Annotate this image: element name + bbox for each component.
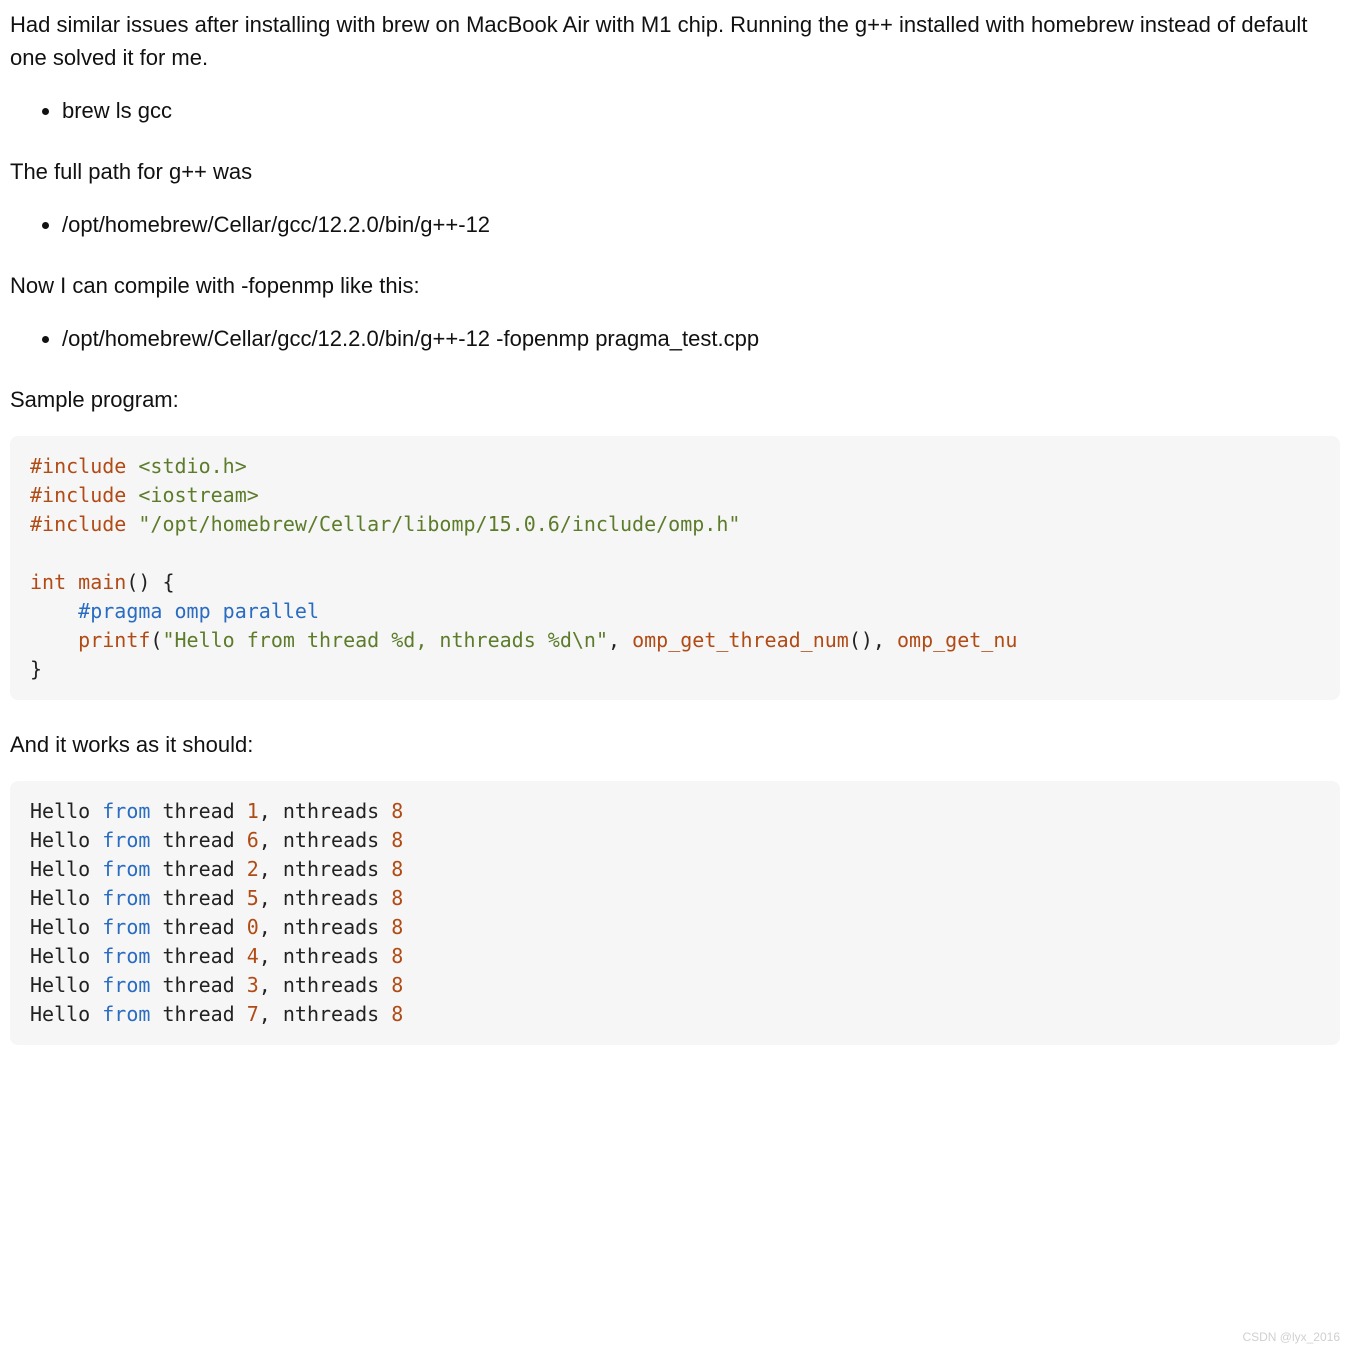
list-item: /opt/homebrew/Cellar/gcc/12.2.0/bin/g++-… [62, 208, 1340, 241]
code-block-output: Hello from thread 1, nthreads 8 Hello fr… [10, 781, 1340, 1045]
code-token: "Hello from thread %d, nthreads %d\n" [162, 628, 608, 652]
bullet-list-2: /opt/homebrew/Cellar/gcc/12.2.0/bin/g++-… [10, 208, 1340, 241]
code-token [30, 599, 78, 623]
code-token: , [608, 628, 632, 652]
code-token: #pragma omp parallel [78, 599, 319, 623]
paragraph-intro: Had similar issues after installing with… [10, 8, 1340, 74]
code-token: printf [78, 628, 150, 652]
code-token: <stdio.h> [138, 454, 246, 478]
code-token: (), [849, 628, 897, 652]
code-token: ( [150, 628, 162, 652]
code-token: int [30, 570, 66, 594]
bullet-list-1: brew ls gcc [10, 94, 1340, 127]
code-token: #include [30, 483, 138, 507]
code-token: } [30, 657, 42, 681]
code-token: <iostream> [138, 483, 258, 507]
code-token: omp_get_thread_num [632, 628, 849, 652]
list-item: /opt/homebrew/Cellar/gcc/12.2.0/bin/g++-… [62, 322, 1340, 355]
code-token: #include [30, 454, 138, 478]
code-token [66, 570, 78, 594]
paragraph-sample-label: Sample program: [10, 383, 1340, 416]
bullet-list-3: /opt/homebrew/Cellar/gcc/12.2.0/bin/g++-… [10, 322, 1340, 355]
code-token: main [78, 570, 126, 594]
code-block-sample: #include <stdio.h> #include <iostream> #… [10, 436, 1340, 700]
paragraph-compile-label: Now I can compile with -fopenmp like thi… [10, 269, 1340, 302]
code-token [30, 628, 78, 652]
code-token: #include [30, 512, 138, 536]
list-item: brew ls gcc [62, 94, 1340, 127]
code-token: omp_get_nu [897, 628, 1017, 652]
watermark: CSDN @lyx_2016 [1242, 1328, 1340, 1346]
paragraph-output-label: And it works as it should: [10, 728, 1340, 761]
code-token: () { [126, 570, 174, 594]
paragraph-path-label: The full path for g++ was [10, 155, 1340, 188]
code-token: "/opt/homebrew/Cellar/libomp/15.0.6/incl… [138, 512, 740, 536]
